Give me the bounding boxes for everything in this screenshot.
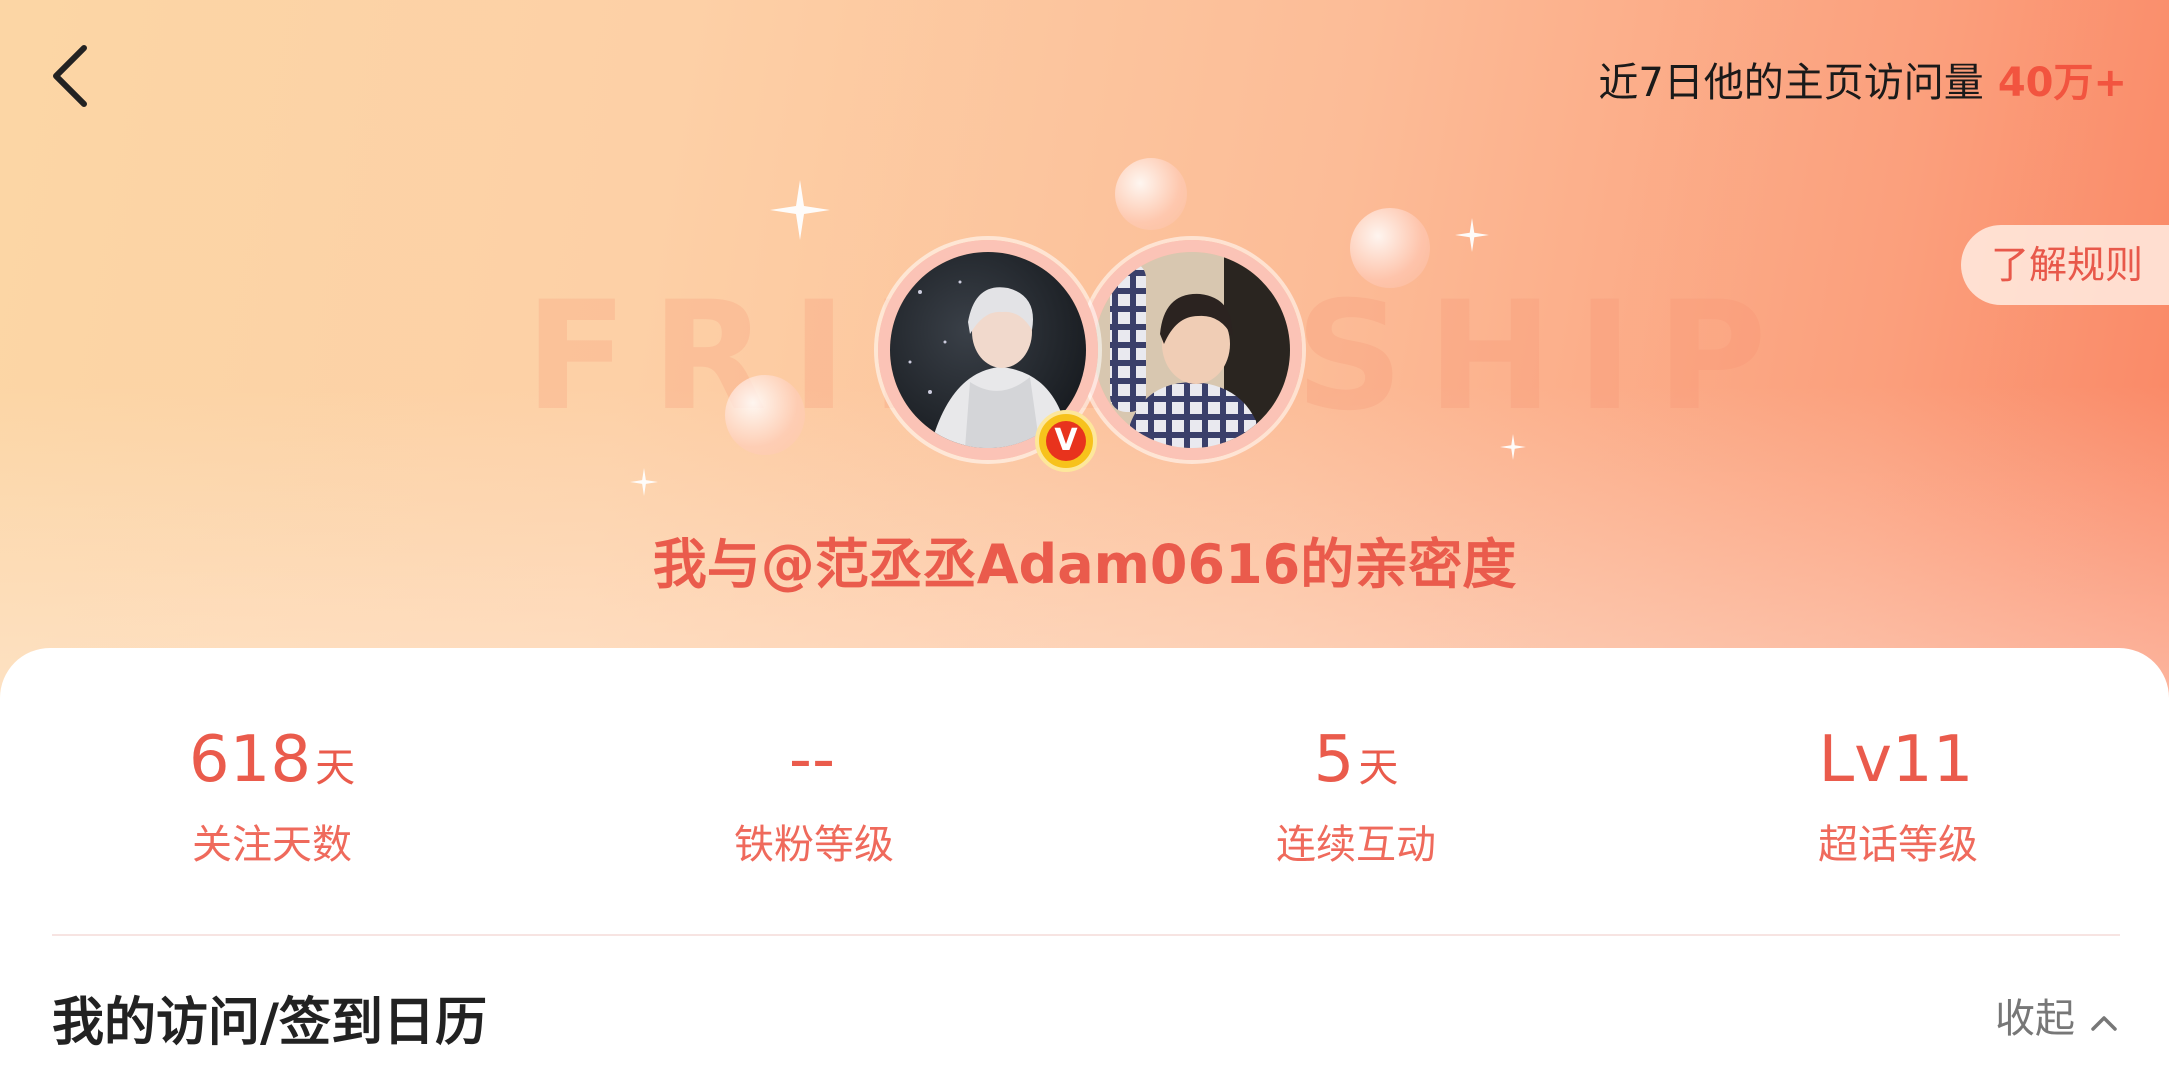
intimacy-title: 我与@范丞丞Adam0616的亲密度 xyxy=(652,533,1517,596)
stat-label: 超话等级 xyxy=(1818,822,1978,868)
stat-unit: 天 xyxy=(315,745,356,791)
sparkle-icon xyxy=(630,468,658,500)
stat-value: Lv11 xyxy=(1818,723,1974,797)
sparkle-icon xyxy=(1500,434,1526,464)
sparkle-icon xyxy=(770,180,830,244)
star-avatar[interactable] xyxy=(1082,240,1302,460)
stat-label: 连续互动 xyxy=(1276,822,1436,868)
chevron-up-icon xyxy=(2089,998,2119,1044)
collapse-button[interactable]: 收起 xyxy=(1995,986,2119,1044)
learn-rules-button[interactable]: 了解规则 xyxy=(1960,225,2169,305)
chevron-left-icon xyxy=(53,45,87,107)
collapse-label: 收起 xyxy=(1995,996,2075,1042)
visits-label: 近7日他的主页访问量 xyxy=(1598,60,1984,106)
profile-visits-info: 近7日他的主页访问量 40万+ xyxy=(1598,50,2127,108)
hero-banner: FRIENDSHIP 近7日他的主页访问量40万+ 了解规则 xyxy=(0,0,2169,700)
verified-badge: V xyxy=(1035,410,1097,472)
stat-unit: 天 xyxy=(1358,745,1399,791)
stat-value: -- xyxy=(788,723,836,797)
stat-super-topic-level[interactable]: Lv11 超话等级 xyxy=(1698,720,2098,870)
decor-bubble xyxy=(1115,158,1187,230)
stat-continuous-interaction[interactable]: 5天 连续互动 xyxy=(1156,720,1556,870)
stat-value: 5 xyxy=(1313,723,1355,797)
stat-value: 618 xyxy=(188,723,312,797)
back-button[interactable] xyxy=(40,36,110,116)
visits-count: 40万+ xyxy=(1997,60,2127,106)
stat-label: 关注天数 xyxy=(192,822,352,868)
decor-bubble xyxy=(725,375,805,455)
sparkle-icon xyxy=(1455,218,1489,256)
calendar-section-title: 我的访问/签到日历 xyxy=(52,993,487,1053)
stat-follow-days[interactable]: 618 天 关注天数 xyxy=(72,720,472,870)
stats-row: 618 天 关注天数 -- 铁粉等级 5天 连续互动 Lv11 超话等级 xyxy=(0,720,2169,868)
decor-bubble xyxy=(1350,208,1430,288)
stat-iron-fan-level[interactable]: -- 铁粉等级 xyxy=(614,720,1014,870)
stat-label: 铁粉等级 xyxy=(734,822,894,868)
intimacy-page: FRIENDSHIP 近7日他的主页访问量40万+ 了解规则 xyxy=(0,0,2169,1080)
section-divider xyxy=(52,934,2120,936)
